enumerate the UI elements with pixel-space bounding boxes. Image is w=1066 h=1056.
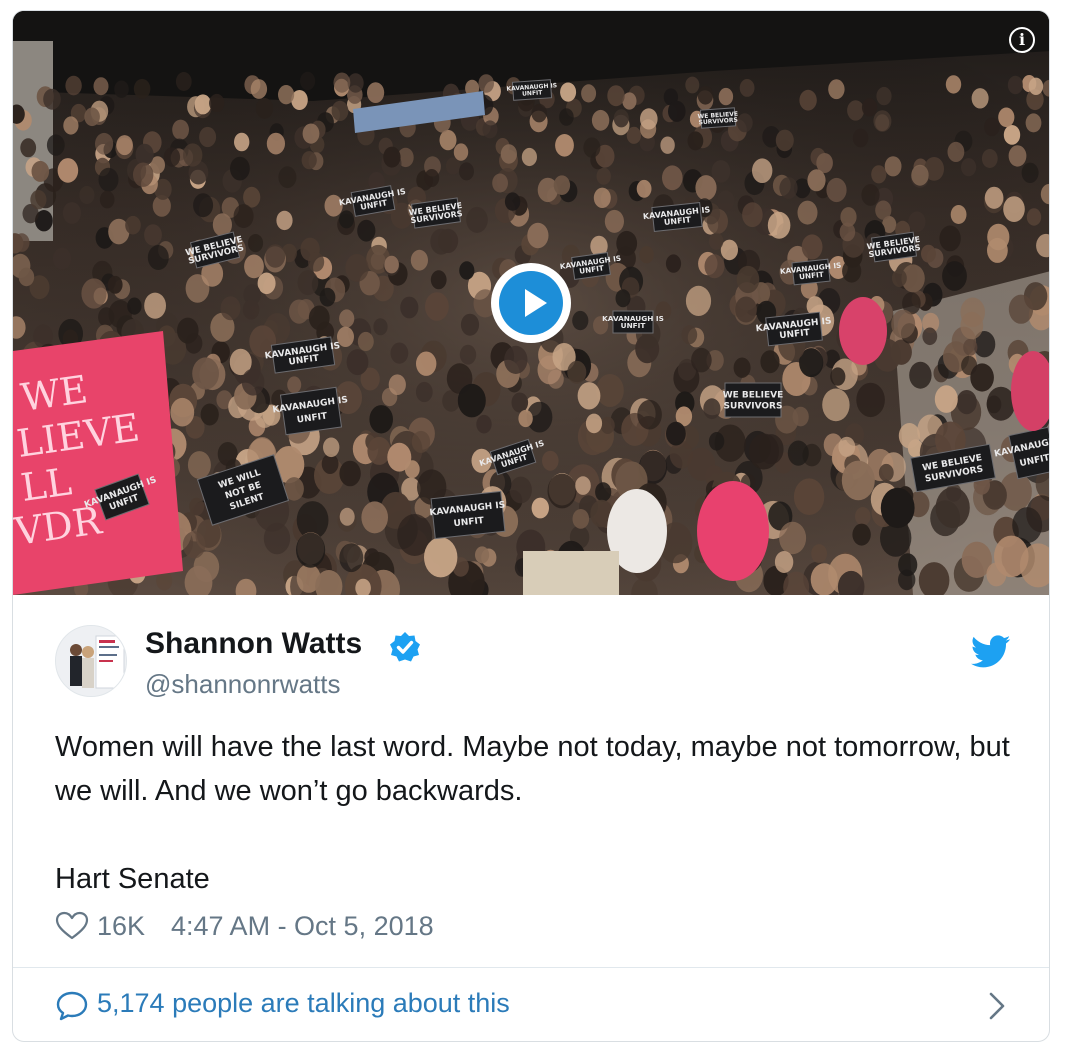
video-thumbnail[interactable]: WE LIEVE LL VDR WE WILL NOT BE SILENT KAVAN…	[13, 11, 1049, 595]
conversation-link[interactable]: 5,174 people are talking about this	[13, 968, 1049, 1041]
tweet-text-body: Women will have the last word. Maybe not…	[55, 731, 1010, 807]
avatar[interactable]	[55, 625, 127, 697]
avatar-image	[56, 626, 126, 696]
speech-bubble-icon	[56, 991, 88, 1021]
play-icon	[499, 271, 563, 335]
tweet-text: Women will have the last word. Maybe not…	[55, 725, 1015, 901]
svg-text:UNFIT: UNFIT	[621, 321, 646, 330]
embedded-tweet-card: WE LIEVE LL VDR WE WILL NOT BE SILENT KAVAN…	[12, 10, 1050, 1042]
svg-text:SURVIVORS: SURVIVORS	[724, 402, 783, 412]
tweet-header: Shannon Watts @shannonrwatts	[55, 625, 1015, 699]
info-icon[interactable]: i	[1009, 27, 1035, 53]
conversation-count: 5,174 people are talking about this	[97, 988, 510, 1018]
svg-text:WE BELIEVE: WE BELIEVE	[723, 390, 784, 400]
heart-icon[interactable]	[55, 911, 89, 941]
play-button[interactable]	[491, 263, 571, 343]
tweet-location: Hart Senate	[55, 863, 210, 895]
svg-text:WE: WE	[18, 367, 90, 420]
twitter-bird-icon[interactable]	[971, 635, 1011, 669]
verified-badge-icon	[390, 632, 420, 662]
tweet-timestamp[interactable]: 4:47 AM - Oct 5, 2018	[171, 911, 434, 942]
author-handle[interactable]: @shannonrwatts	[145, 669, 341, 700]
author-name[interactable]: Shannon Watts	[145, 627, 362, 661]
like-count[interactable]: 16K	[97, 911, 145, 942]
svg-text:UNFIT: UNFIT	[522, 89, 544, 97]
chevron-right-icon	[989, 992, 1005, 1020]
